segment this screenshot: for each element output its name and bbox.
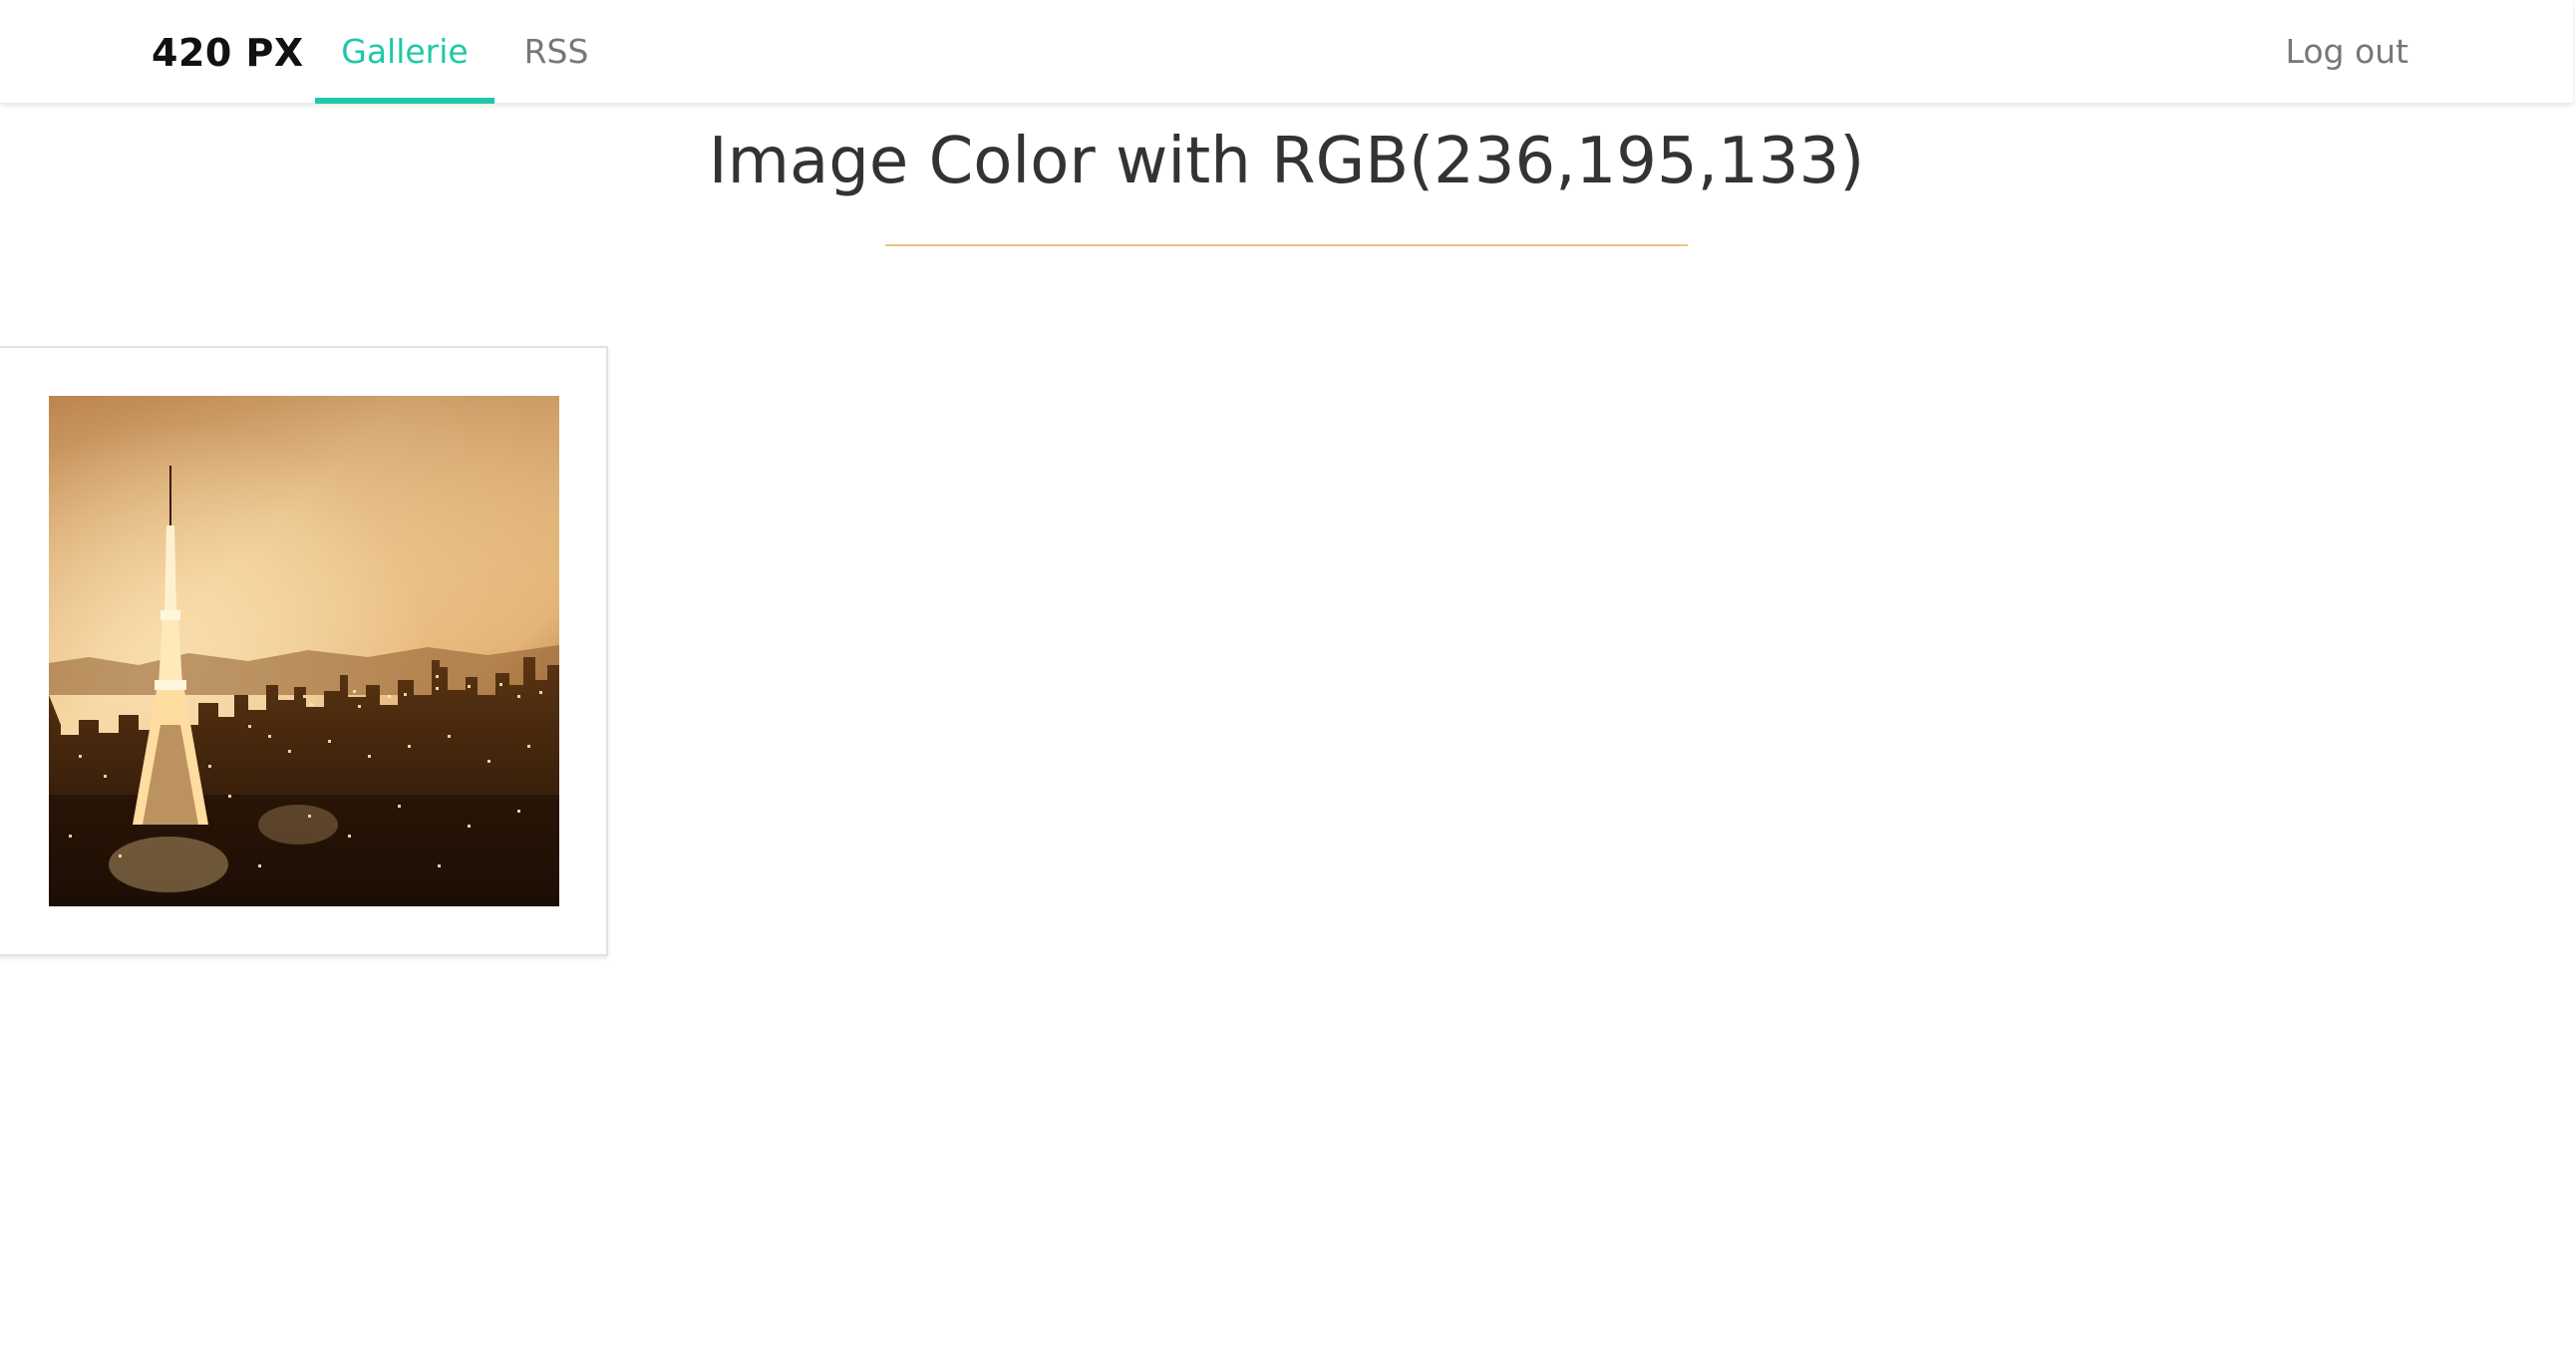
title-divider [885,244,1688,246]
gallery-image[interactable] [49,396,559,906]
page: 420 PX Gallerie RSS Log out Image Color … [0,0,2576,1372]
top-navbar: 420 PX Gallerie RSS Log out [0,0,2573,104]
gallery-card[interactable] [0,346,608,956]
brand-logo[interactable]: 420 PX [152,29,304,77]
tab-gallerie[interactable]: Gallerie [315,0,494,104]
tab-rss[interactable]: RSS [506,0,606,104]
page-title: Image Color with RGB(236,195,133) [708,125,1865,198]
logout-link[interactable]: Log out [2286,0,2409,104]
